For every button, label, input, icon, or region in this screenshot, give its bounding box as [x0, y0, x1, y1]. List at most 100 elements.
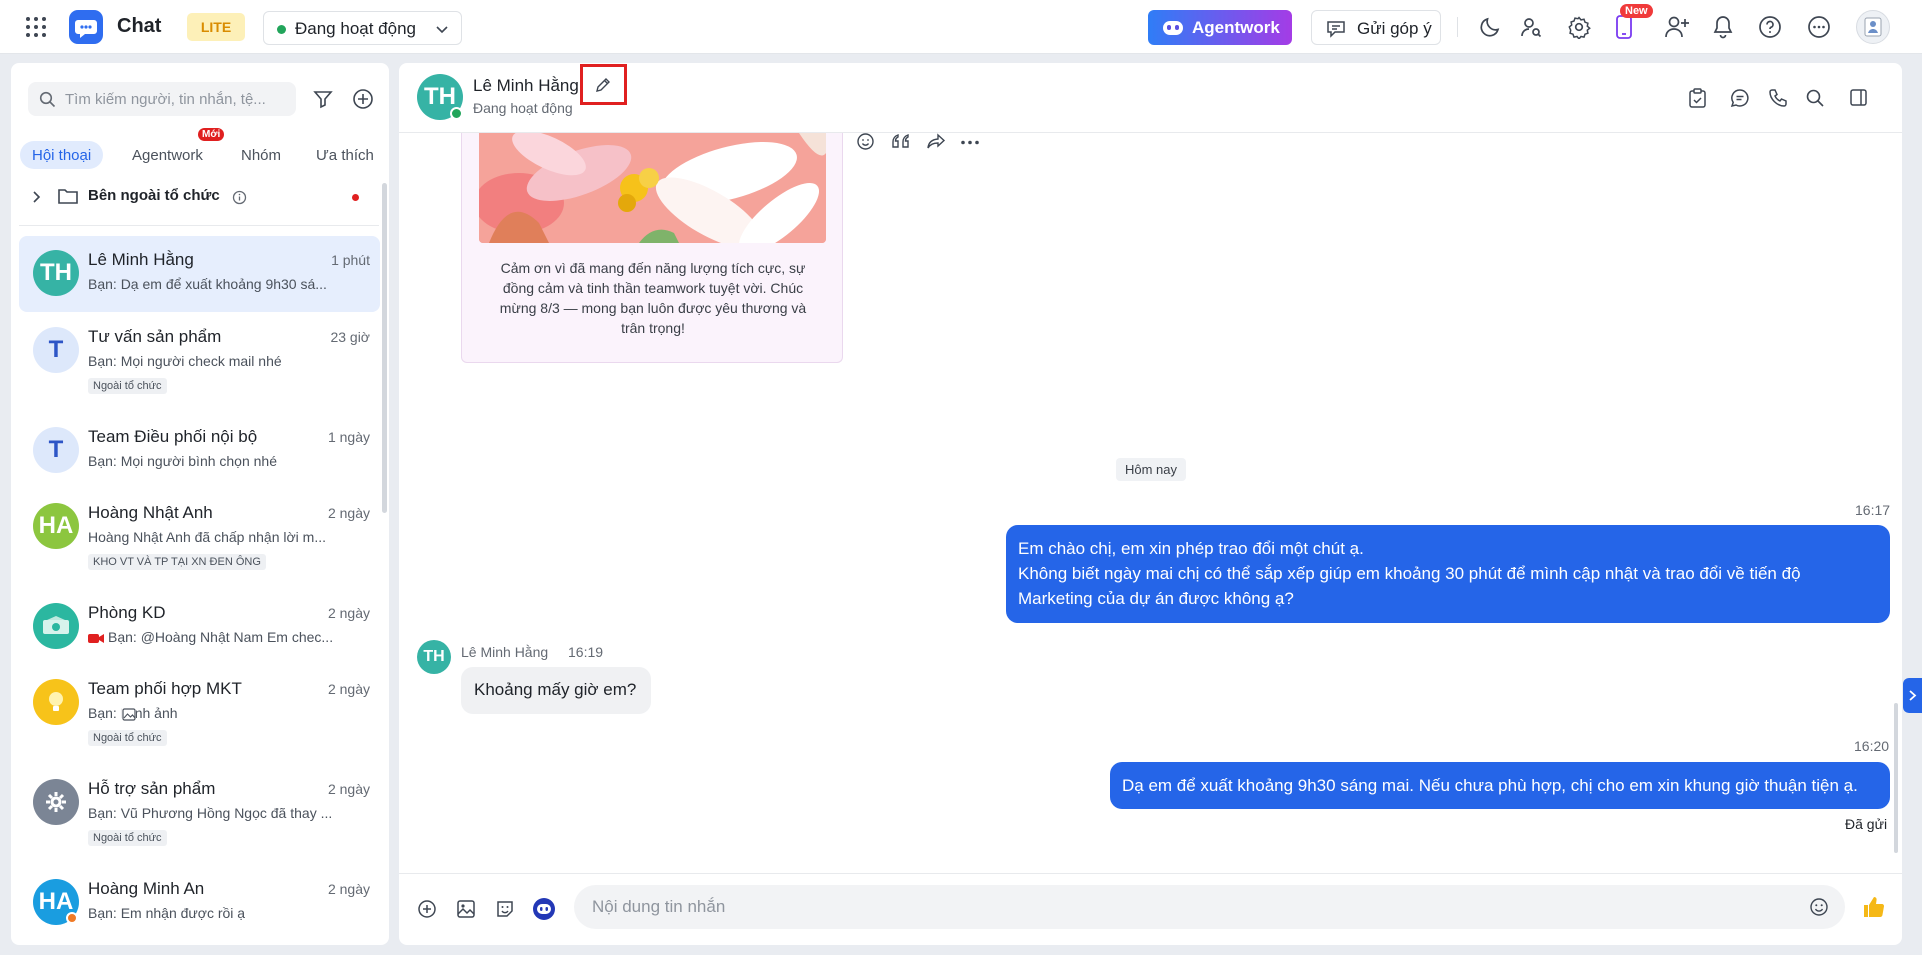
app-grid-icon[interactable]: [24, 15, 48, 39]
tab-conversations[interactable]: Hội thoại: [20, 141, 104, 169]
chat-panel: TH Lê Minh Hằng Đang hoạt động Cảm ơn vì…: [399, 63, 1902, 945]
external-folder-row[interactable]: Bên ngoài tổ chức: [19, 181, 379, 213]
add-conversation-icon[interactable]: [352, 88, 374, 110]
online-dot: [450, 107, 463, 120]
tab-favorites[interactable]: Ưa thích: [304, 141, 386, 169]
emoji-icon[interactable]: [1809, 897, 1829, 917]
phone-icon[interactable]: [1768, 88, 1788, 108]
edit-name-button[interactable]: [580, 64, 627, 105]
message-scrollbar[interactable]: [1894, 703, 1898, 853]
new-badge: New: [1620, 4, 1653, 18]
moon-icon[interactable]: [1478, 15, 1502, 39]
conversation-time: 2 ngày: [327, 505, 370, 521]
ai-assistant-icon[interactable]: [533, 898, 555, 920]
bell-icon[interactable]: [1711, 14, 1735, 40]
conversation-item-ho-tro-san-pham[interactable]: Hỗ trợ sản phẩm 2 ngày Bạn: Vũ Phương Hồ…: [19, 765, 380, 863]
task-icon[interactable]: [1688, 88, 1707, 108]
conversation-name: Hỗ trợ sản phẩm: [88, 779, 216, 798]
flowers-image: [479, 133, 826, 243]
search-input[interactable]: Tìm kiếm người, tin nhắn, tệ...: [28, 82, 296, 116]
conversation-item-hoang-minh-an[interactable]: HA Hoàng Minh An 2 ngày Bạn: Em nhận đượ…: [19, 865, 380, 941]
add-user-icon[interactable]: [1664, 14, 1690, 40]
avatar: T: [33, 427, 79, 473]
emoji-react-icon[interactable]: [856, 132, 875, 151]
contact-name: Lê Minh Hằng: [473, 76, 579, 95]
gear-icon[interactable]: [1567, 15, 1591, 39]
message-placeholder: Nội dung tin nhắn: [592, 897, 726, 916]
avatar-initials: HA: [38, 512, 74, 539]
avatar: T: [33, 327, 79, 373]
status-dot: [66, 912, 78, 924]
message-input[interactable]: Nội dung tin nhắn: [574, 885, 1845, 929]
feedback-button[interactable]: Gửi góp ý: [1311, 10, 1441, 45]
divider: [1457, 17, 1458, 37]
conversation-name: Team phối hợp MKT: [88, 679, 242, 698]
sidebar-toggle-icon[interactable]: [1849, 88, 1868, 107]
conversation-preview: Bạn: Dạ em để xuất khoảng 9h30 sá...: [88, 276, 327, 292]
organization-tag: Ngoài tổ chức: [88, 830, 167, 846]
tab-groups[interactable]: Nhóm: [229, 141, 293, 169]
more-icon[interactable]: [1807, 15, 1831, 39]
sender-avatar[interactable]: TH: [417, 640, 451, 674]
conversation-preview: Bạn: Mọi người bình chọn nhé: [88, 453, 278, 469]
conversation-time: 2 ngày: [327, 605, 370, 621]
expand-panel-button[interactable]: [1903, 678, 1922, 713]
conversation-item-tu-van-san-pham[interactable]: T Tư vấn sản phẩm 23 giờ Bạn: Mọi người …: [19, 313, 380, 411]
agentwork-button[interactable]: Agentwork: [1148, 10, 1292, 45]
avatar: [33, 679, 79, 725]
status-dropdown[interactable]: Đang hoạt động: [263, 11, 462, 45]
sender-name: Lê Minh Hằng: [461, 644, 549, 660]
avatar: TH: [33, 250, 79, 296]
sidebar-scrollbar[interactable]: [382, 183, 387, 513]
image-icon[interactable]: [456, 899, 476, 919]
thread-icon[interactable]: [1730, 88, 1750, 108]
message-text: Khoảng mấy giờ em?: [474, 680, 637, 699]
conversation-name: Hoàng Minh An: [88, 879, 205, 898]
tab-label: Hội thoại: [32, 146, 92, 164]
user-avatar[interactable]: [1856, 10, 1890, 44]
pencil-icon: [594, 76, 612, 94]
tab-agentwork[interactable]: Agentwork: [120, 141, 215, 169]
conversation-item-hoang-nhat-anh[interactable]: HA Hoàng Nhật Anh 2 ngày Hoàng Nhật Anh …: [19, 489, 380, 587]
conversation-name: Hoàng Nhật Anh: [88, 503, 213, 522]
avatar-initials: TH: [423, 648, 445, 665]
outgoing-message[interactable]: Dạ em để xuất khoảng 9h30 sáng mai. Nếu …: [1110, 762, 1890, 809]
greeting-card[interactable]: Cảm ơn vì đã mang đến năng lượng tích cự…: [461, 133, 843, 363]
conversation-preview: Hoàng Nhật Anh đã chấp nhận lời m...: [88, 529, 326, 545]
money-icon: [43, 616, 69, 634]
conversation-sidebar: Tìm kiếm người, tin nhắn, tệ... Hội thoạ…: [11, 63, 389, 945]
thumbs-up-icon[interactable]: [1862, 895, 1886, 919]
sticker-icon[interactable]: [495, 899, 515, 919]
add-attachment-icon[interactable]: [417, 899, 437, 919]
conversation-name: Tư vấn sản phẩm: [88, 327, 222, 346]
more-options-icon[interactable]: [960, 140, 980, 145]
card-message: Cảm ơn vì đã mang đến năng lượng tích cự…: [499, 260, 807, 336]
image-icon: [122, 708, 136, 721]
delivery-status: Đã gửi: [1845, 816, 1888, 832]
incoming-message[interactable]: Khoảng mấy giờ em?: [461, 667, 651, 714]
quote-icon[interactable]: [891, 133, 912, 150]
unread-dot: [352, 194, 359, 201]
app-title: Chat: [117, 15, 162, 37]
help-icon[interactable]: [1758, 15, 1782, 39]
conversation-item-le-minh-hang[interactable]: TH Lê Minh Hằng 1 phút Bạn: Dạ em để xuấ…: [19, 236, 380, 312]
plan-badge: LITE: [187, 13, 245, 41]
filter-icon[interactable]: [313, 89, 333, 109]
conversation-item-phong-kd[interactable]: Phòng KD 2 ngày Bạn: @Hoàng Nhật Nam Em …: [19, 589, 380, 665]
organization-tag: KHO VT VÀ TP TẠI XN ĐEN ÔNG: [88, 554, 266, 570]
conversation-item-team-dieu-phoi[interactable]: T Team Điều phối nội bộ 1 ngày Bạn: Mọi …: [19, 413, 380, 489]
user-search-icon[interactable]: [1519, 15, 1543, 39]
share-icon[interactable]: [926, 133, 946, 150]
chat-logo-icon: [69, 10, 103, 44]
conversation-name: Team Điều phối nội bộ: [88, 427, 258, 446]
message-line: Em chào chị, em xin phép trao đổi một ch…: [1018, 539, 1364, 558]
conversation-preview: Bạn: Em nhận được rồi ạ: [88, 905, 246, 921]
conversation-item-team-phoi-hop-mkt[interactable]: Team phối hợp MKT 2 ngày Bạn: Hình ảnh N…: [19, 665, 380, 763]
status-dot: [277, 25, 286, 34]
outgoing-message[interactable]: Em chào chị, em xin phép trao đổi một ch…: [1006, 525, 1890, 623]
folder-label: Bên ngoài tổ chức: [88, 187, 220, 204]
tab-label: Agentwork: [132, 146, 203, 164]
chevron-right-icon: [1906, 689, 1918, 702]
search-icon[interactable]: [1805, 88, 1825, 108]
chevron-down-icon: [435, 22, 449, 36]
